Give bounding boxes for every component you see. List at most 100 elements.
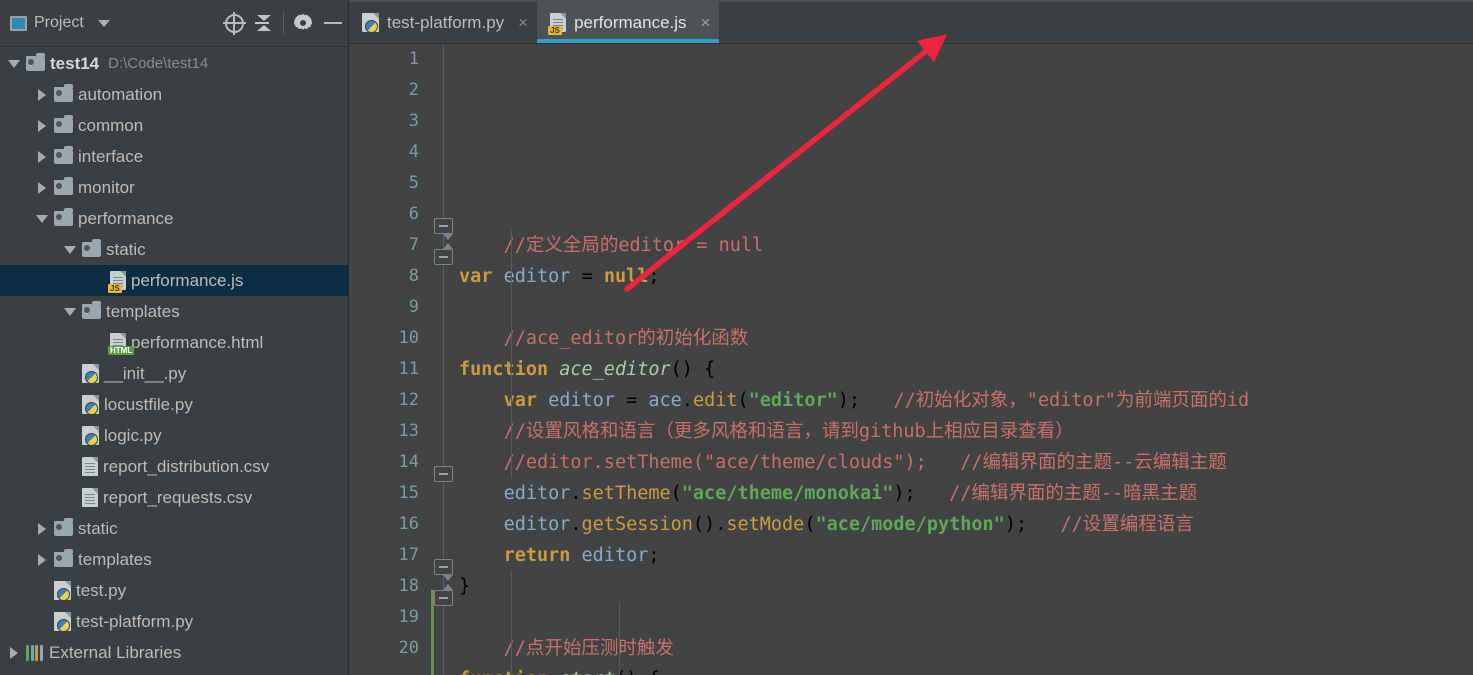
tree-item-label: locustfile.py — [104, 394, 193, 414]
tree-item-test-platform-py[interactable]: test-platform.py — [0, 606, 348, 637]
chevron-down-icon[interactable] — [64, 243, 77, 256]
tree-item-common[interactable]: common — [0, 110, 348, 141]
code-folding-gutter[interactable] — [431, 44, 457, 675]
html-file-icon: HTML — [108, 333, 135, 355]
tree-item-report-requests-csv[interactable]: report_requests.csv — [0, 482, 348, 513]
tree-item-locustfile-py[interactable]: locustfile.py — [0, 389, 348, 420]
minimize-button[interactable] — [318, 8, 348, 38]
code-line-5[interactable]: //ace_editor的初始化函数 — [459, 323, 1473, 354]
code-line-3[interactable]: var editor = null; — [459, 261, 1473, 292]
chevron-right-icon[interactable] — [36, 150, 49, 163]
code-line-12[interactable]: return editor; — [459, 540, 1473, 571]
code-line-16[interactable]: function start() { — [459, 664, 1473, 675]
chevron-right-icon[interactable] — [36, 181, 49, 194]
python-file-icon — [82, 426, 99, 446]
chevron-down-icon[interactable] — [64, 305, 77, 318]
code-text[interactable]: //定义全局的editor = null var editor = null; /… — [457, 44, 1473, 675]
project-tool-label: Project — [34, 14, 84, 31]
chevron-down-icon[interactable] — [8, 57, 21, 70]
chevron-right-icon[interactable] — [36, 88, 49, 101]
tree-item--init-py[interactable]: __init__.py — [0, 358, 348, 389]
line-number: 17 — [398, 545, 419, 565]
code-line-15[interactable]: //点开始压测时触发 — [459, 633, 1473, 664]
code-line-13[interactable]: } — [459, 571, 1473, 602]
chevron-right-icon[interactable] — [36, 553, 49, 566]
tree-item-static[interactable]: static — [0, 513, 348, 544]
chevron-right-icon[interactable] — [36, 119, 49, 132]
external-libraries-icon — [26, 644, 44, 661]
code-editor[interactable]: 1 2 3 4 5 6 7 8 9 10 11 12 13 14 15 16 17 18 19 20 //定义全局的e… — [349, 44, 1473, 675]
editor-tab-performance-js[interactable]: JS performance.js × — [537, 2, 720, 43]
code-line-1[interactable] — [459, 199, 1473, 230]
tree-item-label: report_requests.csv — [103, 487, 253, 507]
code-line-7[interactable]: var editor = ace.edit("editor"); //初始化对象… — [459, 385, 1473, 416]
code-line-11[interactable]: editor.getSession().setMode("ace/mode/py… — [459, 509, 1473, 540]
line-number: 4 — [408, 142, 419, 162]
indent-guide-2 — [511, 571, 512, 675]
folder-icon — [82, 239, 101, 257]
folder-icon — [26, 53, 45, 71]
folder-icon — [54, 177, 73, 195]
tree-item-templates[interactable]: templates — [0, 296, 348, 327]
line-number: 12 — [398, 390, 419, 410]
chevron-down-icon[interactable] — [36, 212, 49, 225]
tree-item-label: performance — [78, 208, 174, 228]
tree-item-label: performance.js — [131, 270, 244, 290]
tree-item-test14[interactable]: test14 D:\Code\test14 — [0, 48, 348, 79]
line-number: 2 — [408, 80, 419, 100]
tree-item-label: monitor — [78, 177, 135, 197]
line-number: 19 — [398, 607, 419, 627]
locate-crosshair-button[interactable] — [219, 8, 249, 38]
fold-marker-line17[interactable] — [434, 584, 453, 606]
tree-item-external-libraries[interactable]: External Libraries — [0, 637, 348, 668]
fold-marker-line7[interactable] — [434, 243, 453, 265]
code-line-8[interactable]: //设置风格和语言（更多风格和语言，请到github上相应目录查看） — [459, 416, 1473, 447]
tree-item-test-py[interactable]: test.py — [0, 575, 348, 606]
tree-item-path: D:\Code\test14 — [108, 55, 209, 72]
gear-icon — [293, 13, 313, 33]
line-number: 20 — [398, 638, 419, 658]
fold-marker-line6[interactable] — [434, 218, 453, 240]
folder-icon — [54, 549, 73, 567]
chevron-right-icon[interactable] — [8, 646, 21, 659]
tree-item-logic-py[interactable]: logic.py — [0, 420, 348, 451]
fold-marker-line13[interactable] — [434, 466, 453, 482]
file-icon — [82, 488, 98, 507]
collapse-all-button[interactable] — [249, 8, 279, 38]
folder-icon — [54, 115, 73, 133]
tree-item-performance[interactable]: performance — [0, 203, 348, 234]
vcs-change-marker[interactable] — [431, 590, 434, 675]
editor-tab-test-platform-py[interactable]: test-platform.py × — [349, 2, 538, 43]
code-line-2[interactable]: //定义全局的editor = null — [459, 230, 1473, 261]
settings-button[interactable] — [288, 8, 318, 38]
chevron-down-icon[interactable] — [97, 19, 110, 27]
line-number: 16 — [398, 514, 419, 534]
project-tool-title[interactable]: Project — [10, 14, 110, 32]
code-line-6[interactable]: function ace_editor() { — [459, 354, 1473, 385]
line-number: 10 — [398, 328, 419, 348]
code-line-10[interactable]: editor.setTheme("ace/theme/monokai"); //… — [459, 478, 1473, 509]
tree-item-label: common — [78, 115, 144, 135]
tree-item-automation[interactable]: automation — [0, 79, 348, 110]
close-icon[interactable]: × — [701, 14, 711, 31]
chevron-right-icon[interactable] — [36, 522, 49, 535]
tree-item-label: External Libraries — [49, 642, 182, 662]
tree-item-report-distribution-csv[interactable]: report_distribution.csv — [0, 451, 348, 482]
code-line-9[interactable]: //editor.setTheme("ace/theme/clouds"); /… — [459, 447, 1473, 478]
code-line-14[interactable] — [459, 602, 1473, 633]
tree-item-monitor[interactable]: monitor — [0, 172, 348, 203]
tree-item-static[interactable]: static — [0, 234, 348, 265]
fold-marker-line16[interactable] — [434, 559, 453, 581]
project-tree[interactable]: test14 D:\Code\test14 automation common inte… — [0, 47, 348, 675]
tree-item-interface[interactable]: interface — [0, 141, 348, 172]
line-number: 13 — [398, 421, 419, 441]
indent-guide-1 — [511, 230, 512, 478]
tree-item-templates[interactable]: templates — [0, 544, 348, 575]
line-number: 15 — [398, 483, 419, 503]
code-line-4[interactable] — [459, 292, 1473, 323]
tree-item-performance-js[interactable]: JS performance.js — [0, 265, 348, 296]
tree-item-performance-html[interactable]: HTML performance.html — [0, 327, 348, 358]
close-icon[interactable]: × — [518, 14, 528, 31]
